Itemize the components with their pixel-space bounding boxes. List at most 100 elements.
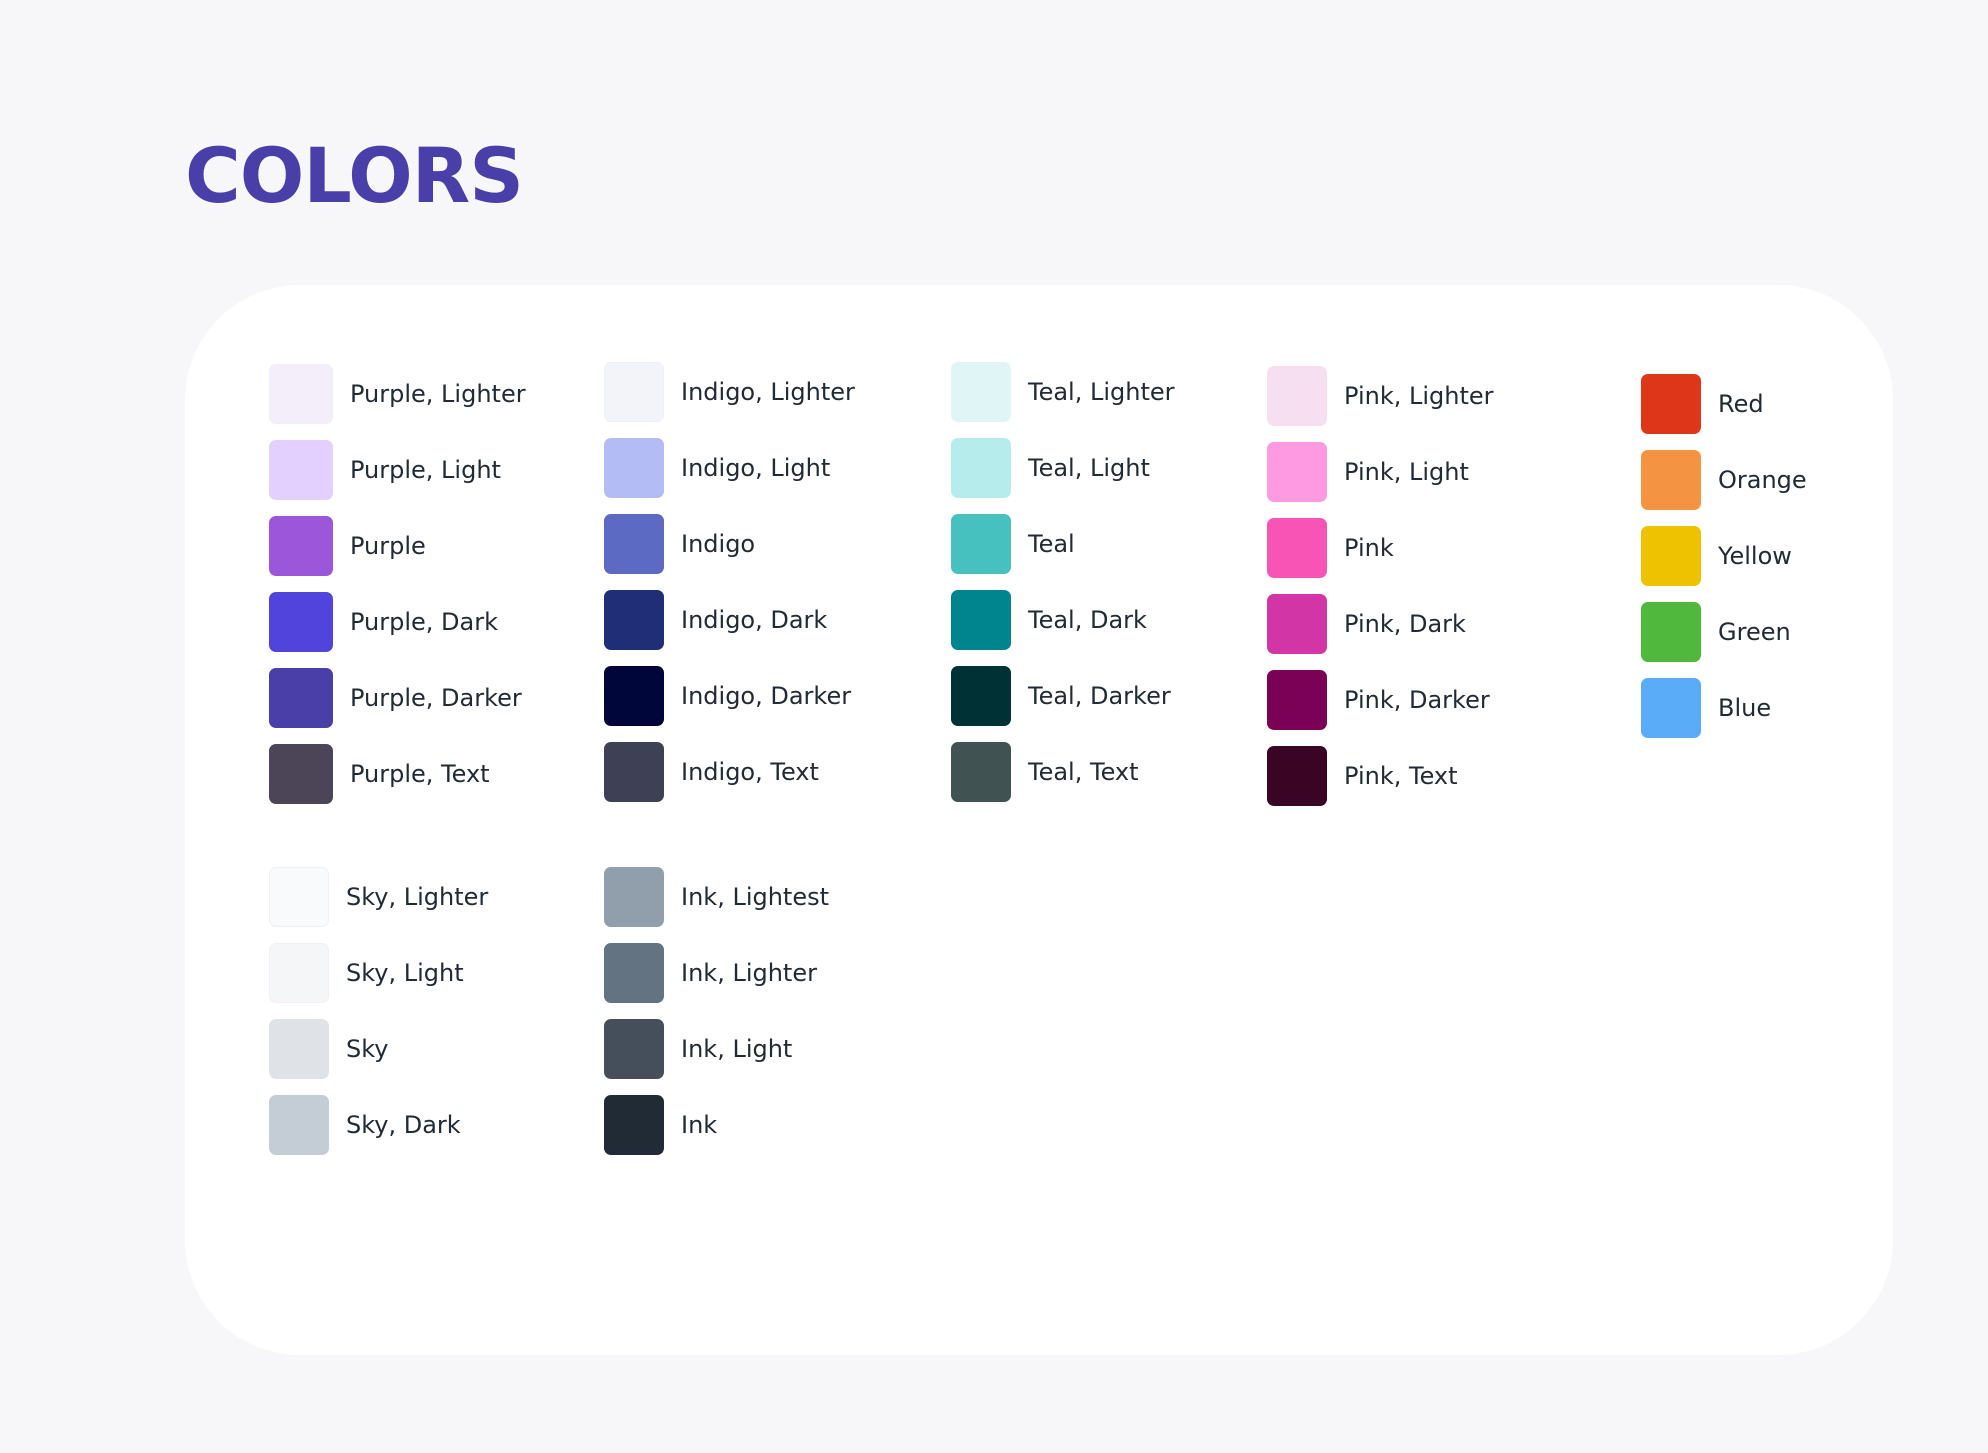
color-swatch-label: Teal, Lighter — [1028, 378, 1175, 406]
color-swatch — [951, 742, 1011, 802]
color-swatch — [604, 666, 664, 726]
color-swatch-row: Yellow — [1641, 518, 1807, 594]
color-swatch — [604, 943, 664, 1003]
color-swatch-row: Pink — [1267, 510, 1494, 586]
color-swatch-row: Teal, Lighter — [951, 354, 1175, 430]
color-swatch-label: Sky, Light — [346, 959, 464, 987]
color-swatch-row: Indigo, Dark — [604, 582, 855, 658]
color-swatch-label: Indigo, Light — [681, 454, 831, 482]
color-swatch-label: Pink — [1344, 534, 1394, 562]
color-swatch-row: Teal, Light — [951, 430, 1175, 506]
color-swatch-row: Sky, Lighter — [269, 859, 488, 935]
color-swatch-row: Red — [1641, 366, 1807, 442]
color-palette-card: Purple, Lighter Purple, Light Purple Purple… — [185, 285, 1893, 1355]
color-swatch — [269, 867, 329, 927]
color-swatch-row: Indigo, Darker — [604, 658, 855, 734]
color-swatch — [1267, 670, 1327, 730]
color-swatch-label: Purple, Darker — [350, 684, 522, 712]
ink-column: Ink, Lightest Ink, Lighter Ink, Light Ink — [604, 859, 829, 1163]
color-swatch-row: Ink, Lighter — [604, 935, 829, 1011]
color-swatch — [1267, 442, 1327, 502]
color-swatch-row: Ink, Lightest — [604, 859, 829, 935]
sky-column: Sky, Lighter Sky, Light Sky Sky, Dark — [269, 859, 488, 1163]
color-swatch — [604, 590, 664, 650]
color-swatch-label: Pink, Light — [1344, 458, 1469, 486]
color-swatch-row: Purple, Darker — [269, 660, 526, 736]
color-swatch-label: Sky, Lighter — [346, 883, 489, 911]
color-swatch-label: Pink, Lighter — [1344, 382, 1494, 410]
teal-column: Teal, Lighter Teal, Light Teal Teal, Dark Te… — [951, 354, 1175, 810]
color-swatch — [269, 1019, 329, 1079]
color-swatch — [1641, 374, 1701, 434]
color-swatch-label: Indigo, Lighter — [681, 378, 855, 406]
color-swatch-label: Purple, Lighter — [350, 380, 526, 408]
color-swatch-label: Purple, Text — [350, 760, 490, 788]
color-swatch-label: Pink, Text — [1344, 762, 1458, 790]
color-swatch — [269, 744, 333, 804]
color-swatch-label: Sky — [346, 1035, 389, 1063]
color-swatch-label: Teal, Light — [1028, 454, 1150, 482]
color-swatch-row: Indigo — [604, 506, 855, 582]
color-swatch — [604, 867, 664, 927]
color-swatch — [269, 943, 329, 1003]
color-swatch-row: Purple, Lighter — [269, 356, 526, 432]
page-title: COLORS — [185, 131, 524, 220]
color-swatch-row: Orange — [1641, 442, 1807, 518]
color-swatch-row: Pink, Dark — [1267, 586, 1494, 662]
color-swatch — [1641, 450, 1701, 510]
color-swatch — [1267, 746, 1327, 806]
color-swatch-label: Purple — [350, 532, 426, 560]
color-swatch — [1641, 602, 1701, 662]
color-swatch-label: Teal, Darker — [1028, 682, 1171, 710]
color-swatch-label: Pink, Darker — [1344, 686, 1490, 714]
color-swatch-row: Sky — [269, 1011, 488, 1087]
color-swatch — [269, 1095, 329, 1155]
color-swatch-row: Indigo, Light — [604, 430, 855, 506]
color-swatch-label: Ink, Lighter — [681, 959, 817, 987]
color-swatch-label: Indigo, Text — [681, 758, 819, 786]
color-swatch — [1267, 366, 1327, 426]
color-swatch — [269, 364, 333, 424]
base-column: Red Orange Yellow Green Blue — [1641, 366, 1807, 746]
color-swatch-label: Indigo, Dark — [681, 606, 828, 634]
color-swatch-row: Pink, Light — [1267, 434, 1494, 510]
color-swatch — [1641, 526, 1701, 586]
color-swatch-row: Ink, Light — [604, 1011, 829, 1087]
color-swatch-row: Sky, Dark — [269, 1087, 488, 1163]
color-swatch — [951, 438, 1011, 498]
color-swatch — [951, 514, 1011, 574]
color-swatch-row: Purple — [269, 508, 526, 584]
color-swatch — [951, 590, 1011, 650]
color-swatch-label: Ink, Light — [681, 1035, 793, 1063]
color-swatch — [269, 592, 333, 652]
color-swatch-row: Teal, Darker — [951, 658, 1175, 734]
color-swatch-row: Indigo, Text — [604, 734, 855, 810]
indigo-column: Indigo, Lighter Indigo, Light Indigo Indigo… — [604, 354, 855, 810]
purple-column: Purple, Lighter Purple, Light Purple Purple… — [269, 356, 526, 812]
color-swatch-row: Sky, Light — [269, 935, 488, 1011]
color-swatch-label: Green — [1718, 618, 1791, 646]
color-swatch-label: Ink, Lightest — [681, 883, 830, 911]
color-swatch-row: Purple, Dark — [269, 584, 526, 660]
color-swatch-row: Purple, Light — [269, 432, 526, 508]
color-swatch-row: Indigo, Lighter — [604, 354, 855, 430]
color-swatch-label: Indigo, Darker — [681, 682, 852, 710]
color-swatch — [604, 1095, 664, 1155]
color-swatch — [604, 514, 664, 574]
color-swatch — [604, 1019, 664, 1079]
color-swatch-label: Yellow — [1718, 542, 1792, 570]
color-swatch-label: Teal, Text — [1028, 758, 1139, 786]
color-swatch-row: Pink, Lighter — [1267, 358, 1494, 434]
color-swatch — [269, 440, 333, 500]
color-swatch — [1641, 678, 1701, 738]
color-swatch-label: Sky, Dark — [346, 1111, 461, 1139]
color-swatch — [951, 362, 1011, 422]
color-swatch-row: Green — [1641, 594, 1807, 670]
color-swatch-row: Pink, Darker — [1267, 662, 1494, 738]
color-swatch — [604, 438, 664, 498]
color-swatch-row: Ink — [604, 1087, 829, 1163]
color-swatch — [1267, 594, 1327, 654]
color-swatch-row: Teal, Text — [951, 734, 1175, 810]
color-swatch-row: Pink, Text — [1267, 738, 1494, 814]
color-swatch-label: Purple, Light — [350, 456, 501, 484]
